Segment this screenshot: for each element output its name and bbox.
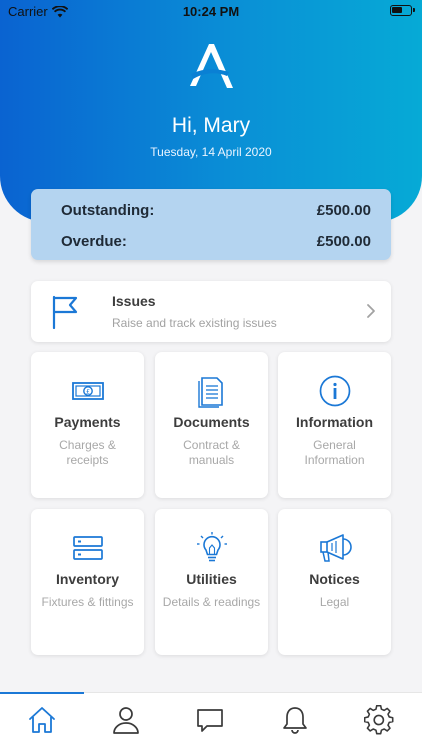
balance-card: Outstanding: £500.00 Overdue: £500.00 bbox=[31, 189, 391, 260]
app-logo bbox=[190, 44, 233, 88]
active-tab-indicator bbox=[0, 692, 84, 694]
tile-subtitle: Charges & receipts bbox=[59, 438, 116, 467]
issues-subtitle: Raise and track existing issues bbox=[112, 316, 277, 330]
outstanding-label: Outstanding: bbox=[61, 202, 155, 219]
clock: 10:24 PM bbox=[182, 4, 240, 19]
tile-subtitle: Fixtures & fittings bbox=[41, 595, 134, 609]
tab-home[interactable] bbox=[0, 705, 84, 739]
tab-notifications[interactable] bbox=[253, 705, 337, 739]
battery-icon bbox=[390, 5, 415, 16]
tile-title: Utilities bbox=[186, 571, 237, 587]
gear-icon bbox=[364, 705, 394, 735]
tile-subtitle: Contract & manuals bbox=[183, 438, 240, 467]
tab-messages[interactable] bbox=[168, 705, 252, 739]
current-date: Tuesday, 14 April 2020 bbox=[150, 145, 272, 159]
home-icon bbox=[29, 707, 55, 733]
tab-profile[interactable] bbox=[84, 705, 168, 739]
megaphone-icon bbox=[319, 534, 352, 562]
issues-title: Issues bbox=[112, 293, 156, 309]
issues-card[interactable]: Issues Raise and track existing issues bbox=[31, 281, 391, 342]
tile-title: Notices bbox=[309, 571, 360, 587]
tile-subtitle: General Information bbox=[304, 438, 365, 467]
tab-settings[interactable] bbox=[337, 705, 421, 739]
document-icon bbox=[197, 377, 223, 408]
tile-title: Information bbox=[296, 414, 373, 430]
tile-utilities[interactable]: Utilities Details & readings bbox=[155, 509, 268, 655]
overdue-value: £500.00 bbox=[316, 233, 371, 250]
profile-icon bbox=[113, 707, 139, 734]
overdue-label: Overdue: bbox=[61, 233, 127, 250]
inventory-icon bbox=[72, 536, 103, 560]
tile-inventory[interactable]: Inventory Fixtures & fittings bbox=[31, 509, 144, 655]
status-bar: Carrier 10:24 PM bbox=[0, 0, 422, 24]
chat-icon bbox=[197, 709, 223, 732]
banknote-icon: £ bbox=[71, 382, 104, 400]
tile-title: Documents bbox=[173, 414, 250, 430]
tab-bar bbox=[0, 692, 422, 750]
bell-icon bbox=[283, 707, 307, 734]
lightbulb-icon bbox=[196, 532, 227, 562]
tile-title: Payments bbox=[54, 414, 121, 430]
tile-information[interactable]: Information General Information bbox=[278, 352, 391, 498]
chevron-right-icon bbox=[367, 304, 375, 318]
svg-text:£: £ bbox=[85, 388, 89, 396]
tile-title: Inventory bbox=[55, 571, 119, 587]
outstanding-value: £500.00 bbox=[316, 202, 371, 219]
tile-payments[interactable]: £ Payments Charges & receipts bbox=[31, 352, 144, 498]
outstanding-row: Outstanding: £500.00 bbox=[61, 202, 371, 219]
tile-subtitle: Legal bbox=[319, 595, 350, 609]
tile-documents[interactable]: Documents Contract & manuals bbox=[155, 352, 268, 498]
info-icon bbox=[319, 375, 350, 407]
tile-subtitle: Details & readings bbox=[162, 595, 261, 609]
overdue-row: Overdue: £500.00 bbox=[61, 233, 371, 250]
tile-notices[interactable]: Notices Legal bbox=[278, 509, 391, 655]
flag-icon bbox=[52, 295, 78, 329]
greeting: Hi, Mary bbox=[171, 114, 251, 137]
